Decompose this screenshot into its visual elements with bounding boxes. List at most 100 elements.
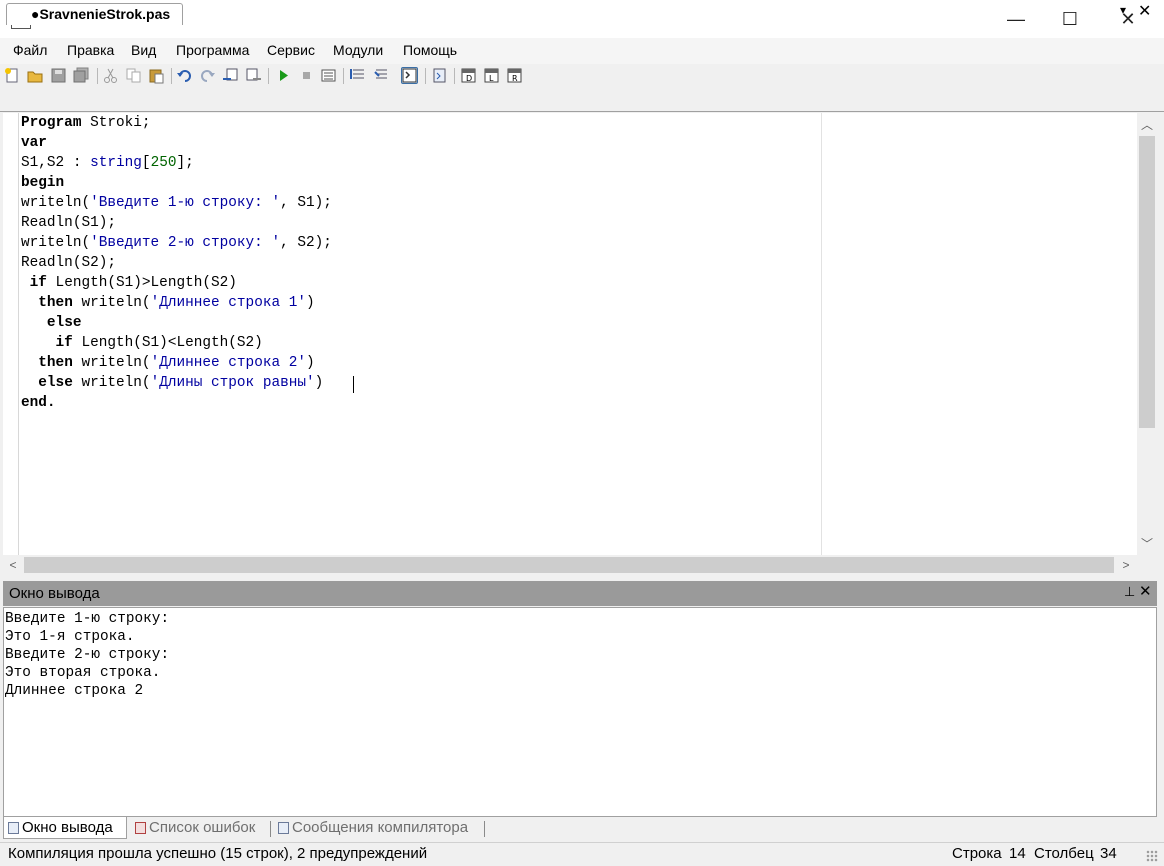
code-line[interactable]: writeln('Введите 2-ю строку: ', S2);: [21, 233, 1131, 253]
code-line[interactable]: else writeln('Длины строк равны'): [21, 373, 1131, 393]
code-token: [: [141, 155, 151, 171]
vertical-scroll-thumb[interactable]: [1139, 136, 1155, 428]
code-line[interactable]: begin: [21, 173, 1131, 193]
toolbar-separator: [97, 68, 98, 84]
output-line: Введите 2-ю строку:: [5, 647, 170, 663]
paste-icon[interactable]: [148, 67, 165, 84]
code-line[interactable]: if Length(S1)<Length(S2): [21, 333, 1131, 353]
code-line[interactable]: Program Stroki;: [21, 113, 1131, 133]
toolbar-separator: [343, 68, 344, 84]
output-close-icon[interactable]: ✕: [1139, 582, 1152, 600]
tab-sravneniestrok[interactable]: ●SravnenieStrok.pas: [6, 3, 183, 25]
minimize-button[interactable]: —: [987, 0, 1045, 38]
code-token: Readln(S2);: [21, 255, 116, 271]
menu-modules[interactable]: Модули: [333, 42, 383, 58]
menu-service[interactable]: Сервис: [267, 42, 315, 58]
code-line[interactable]: writeln('Введите 1-ю строку: ', S1);: [21, 193, 1131, 213]
output-window-icon: [8, 822, 19, 834]
output-line: Это вторая строка.: [5, 665, 161, 681]
tab-output-window[interactable]: Окно вывода: [3, 817, 127, 839]
step-over-icon[interactable]: [373, 67, 390, 84]
code-token: 'Введите 1-ю строку: ': [90, 195, 281, 211]
console-icon[interactable]: [401, 67, 418, 84]
tab-separator: [270, 821, 271, 837]
error-list-icon: [135, 822, 146, 834]
scroll-down-icon[interactable]: ﹀: [1137, 534, 1157, 554]
code-token: ): [306, 295, 315, 311]
code-text[interactable]: Program Stroki; var S1,S2 : string[250]; be…: [21, 113, 1131, 553]
output-area[interactable]: [3, 607, 1157, 817]
code-line[interactable]: S1,S2 : string[250];: [21, 153, 1131, 173]
menu-edit[interactable]: Правка: [67, 42, 114, 58]
form-icon-3[interactable]: R: [506, 67, 523, 84]
scroll-left-icon[interactable]: <: [4, 555, 22, 575]
code-token: writeln(: [72, 295, 151, 311]
output-line: Это 1-я строка.: [5, 629, 135, 645]
code-token: then: [38, 355, 73, 371]
stop-icon[interactable]: [298, 67, 315, 84]
code-line[interactable]: then writeln('Длиннее строка 1'): [21, 293, 1131, 313]
format-left-icon[interactable]: [222, 67, 239, 84]
code-token: 'Длиннее строка 1': [150, 295, 307, 311]
menu-help[interactable]: Помощь: [403, 42, 457, 58]
maximize-button[interactable]: ☐: [1041, 0, 1099, 38]
format-right-icon[interactable]: [245, 67, 262, 84]
toolbar-separator: [425, 68, 426, 84]
open-file-icon[interactable]: [27, 67, 44, 84]
new-file-icon[interactable]: [4, 67, 21, 84]
tab-close-icon[interactable]: ✕: [1138, 1, 1151, 21]
code-token: 250: [150, 155, 177, 171]
code-token: 'Введите 2-ю строку: ': [90, 235, 281, 251]
compile-icon[interactable]: [320, 67, 337, 84]
form-icon-2[interactable]: L: [483, 67, 500, 84]
redo-icon[interactable]: [199, 67, 216, 84]
undo-icon[interactable]: [176, 67, 193, 84]
output-text: Введите 1-ю строку: Это 1-я строка. Введ…: [5, 610, 169, 700]
code-token: S1,S2 :: [21, 155, 91, 171]
editor-tab-strip: [0, 88, 1164, 112]
code-line[interactable]: if Length(S1)>Length(S2): [21, 273, 1131, 293]
debug-window-icon[interactable]: [431, 67, 448, 84]
step-into-icon[interactable]: [350, 67, 367, 84]
save-all-icon[interactable]: [73, 67, 90, 84]
output-line: Длиннее строка 2: [5, 683, 144, 699]
toolbar-separator: [171, 68, 172, 84]
copy-icon[interactable]: [125, 67, 142, 84]
horizontal-scroll-thumb[interactable]: [24, 557, 1114, 573]
tab-dropdown-icon[interactable]: ▾: [1120, 3, 1126, 17]
code-line[interactable]: end.: [21, 393, 1131, 413]
code-token: 'Длины строк равны': [150, 375, 315, 391]
code-line[interactable]: then writeln('Длиннее строка 2'): [21, 353, 1131, 373]
code-token: 'Длиннее строка 2': [150, 355, 307, 371]
save-icon[interactable]: [50, 67, 67, 84]
code-token: , S2);: [280, 235, 332, 251]
toolbar: D L R: [0, 64, 1164, 88]
cut-icon[interactable]: [102, 67, 119, 84]
tab-output-window-label: Окно вывода: [22, 819, 113, 836]
scroll-up-icon[interactable]: ︿: [1137, 115, 1157, 135]
code-line[interactable]: var: [21, 133, 1131, 153]
resize-grip-icon[interactable]: [1146, 850, 1158, 862]
bottom-tab-strip: Окно вывода Список ошибок Сообщения комп…: [0, 817, 1164, 841]
menu-view[interactable]: Вид: [131, 42, 156, 58]
svg-text:R: R: [512, 74, 518, 83]
code-token: writeln(: [21, 195, 91, 211]
tab-compiler-messages[interactable]: Сообщения компилятора: [274, 817, 484, 839]
form-icon-1[interactable]: D: [460, 67, 477, 84]
code-line[interactable]: Readln(S2);: [21, 253, 1131, 273]
code-token: ): [314, 375, 324, 391]
menu-file[interactable]: Файл: [13, 42, 47, 58]
code-line[interactable]: Readln(S1);: [21, 213, 1131, 233]
code-line[interactable]: else: [21, 313, 1131, 333]
code-token: Program: [21, 115, 82, 131]
pin-icon[interactable]: ⊥: [1124, 584, 1135, 600]
run-icon[interactable]: [275, 67, 292, 84]
compiler-messages-icon: [278, 822, 289, 834]
tab-error-list[interactable]: Список ошибок: [131, 817, 273, 839]
menu-program[interactable]: Программа: [176, 42, 249, 58]
scroll-right-icon[interactable]: >: [1117, 555, 1135, 575]
output-panel-title: Окно вывода: [9, 585, 100, 602]
text-caret: [353, 376, 354, 393]
code-token: , S1);: [280, 195, 332, 211]
